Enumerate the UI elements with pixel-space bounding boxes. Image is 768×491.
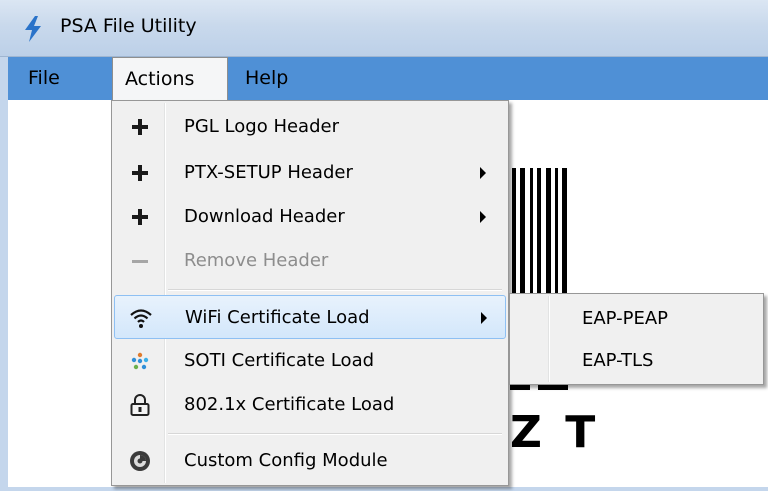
minus-icon [132,260,148,263]
menu-item-label: Remove Header [184,250,329,271]
title-bar: PSA File Utility [0,0,768,57]
submenu-item-label: EAP-PEAP [582,308,669,329]
menu-item-label: PGL Logo Header [184,116,339,137]
submenu-arrow-icon [481,312,487,324]
background-text: Z T [510,407,600,458]
submenu-arrow-icon [480,211,486,223]
wifi-icon [130,309,152,328]
menu-item-label: Custom Config Module [184,450,388,471]
menu-item-8021x-certificate-load[interactable]: 802.1x Certificate Load [114,383,506,427]
submenu-item-eap-peap[interactable]: EAP-PEAP [512,298,761,340]
submenu-arrow-icon [480,167,486,179]
window-title: PSA File Utility [60,15,197,37]
window-frame-bottom [0,487,768,491]
plus-icon [132,119,148,135]
menu-item-label: PTX-SETUP Header [184,162,353,183]
actions-menu: PGL Logo Header PTX-SETUP Header Downloa… [111,100,509,486]
menu-item-remove-header: Remove Header [114,239,506,283]
menu-item-label: WiFi Certificate Load [185,307,370,328]
menu-bar: File Actions Help [8,57,768,100]
menu-item-download-header[interactable]: Download Header [114,195,506,239]
menu-separator [168,289,502,291]
lock-icon [130,394,150,416]
plus-icon [132,165,148,181]
menu-item-label: 802.1x Certificate Load [184,394,395,415]
menu-item-label: Download Header [184,206,345,227]
menu-help[interactable]: Help [233,57,300,100]
menu-item-pgl-logo-header[interactable]: PGL Logo Header [114,105,506,149]
window-frame-left [0,57,8,491]
wifi-certificate-submenu: EAP-PEAP EAP-TLS [509,293,764,385]
menu-item-label: SOTI Certificate Load [184,350,375,371]
menu-actions[interactable]: Actions [112,57,228,100]
menu-separator [168,433,502,435]
menu-item-ptx-setup-header[interactable]: PTX-SETUP Header [114,151,506,195]
submenu-item-label: EAP-TLS [582,350,654,371]
menu-file[interactable]: File [16,57,72,100]
menu-item-wifi-certificate-load[interactable]: WiFi Certificate Load [114,295,506,339]
plus-icon [132,209,148,225]
lightning-icon [25,16,41,42]
submenu-item-eap-tls[interactable]: EAP-TLS [512,340,761,382]
config-icon [130,451,150,471]
soti-icon [131,352,149,370]
menu-item-custom-config-module[interactable]: Custom Config Module [114,439,506,483]
menu-item-soti-certificate-load[interactable]: SOTI Certificate Load [114,339,506,383]
